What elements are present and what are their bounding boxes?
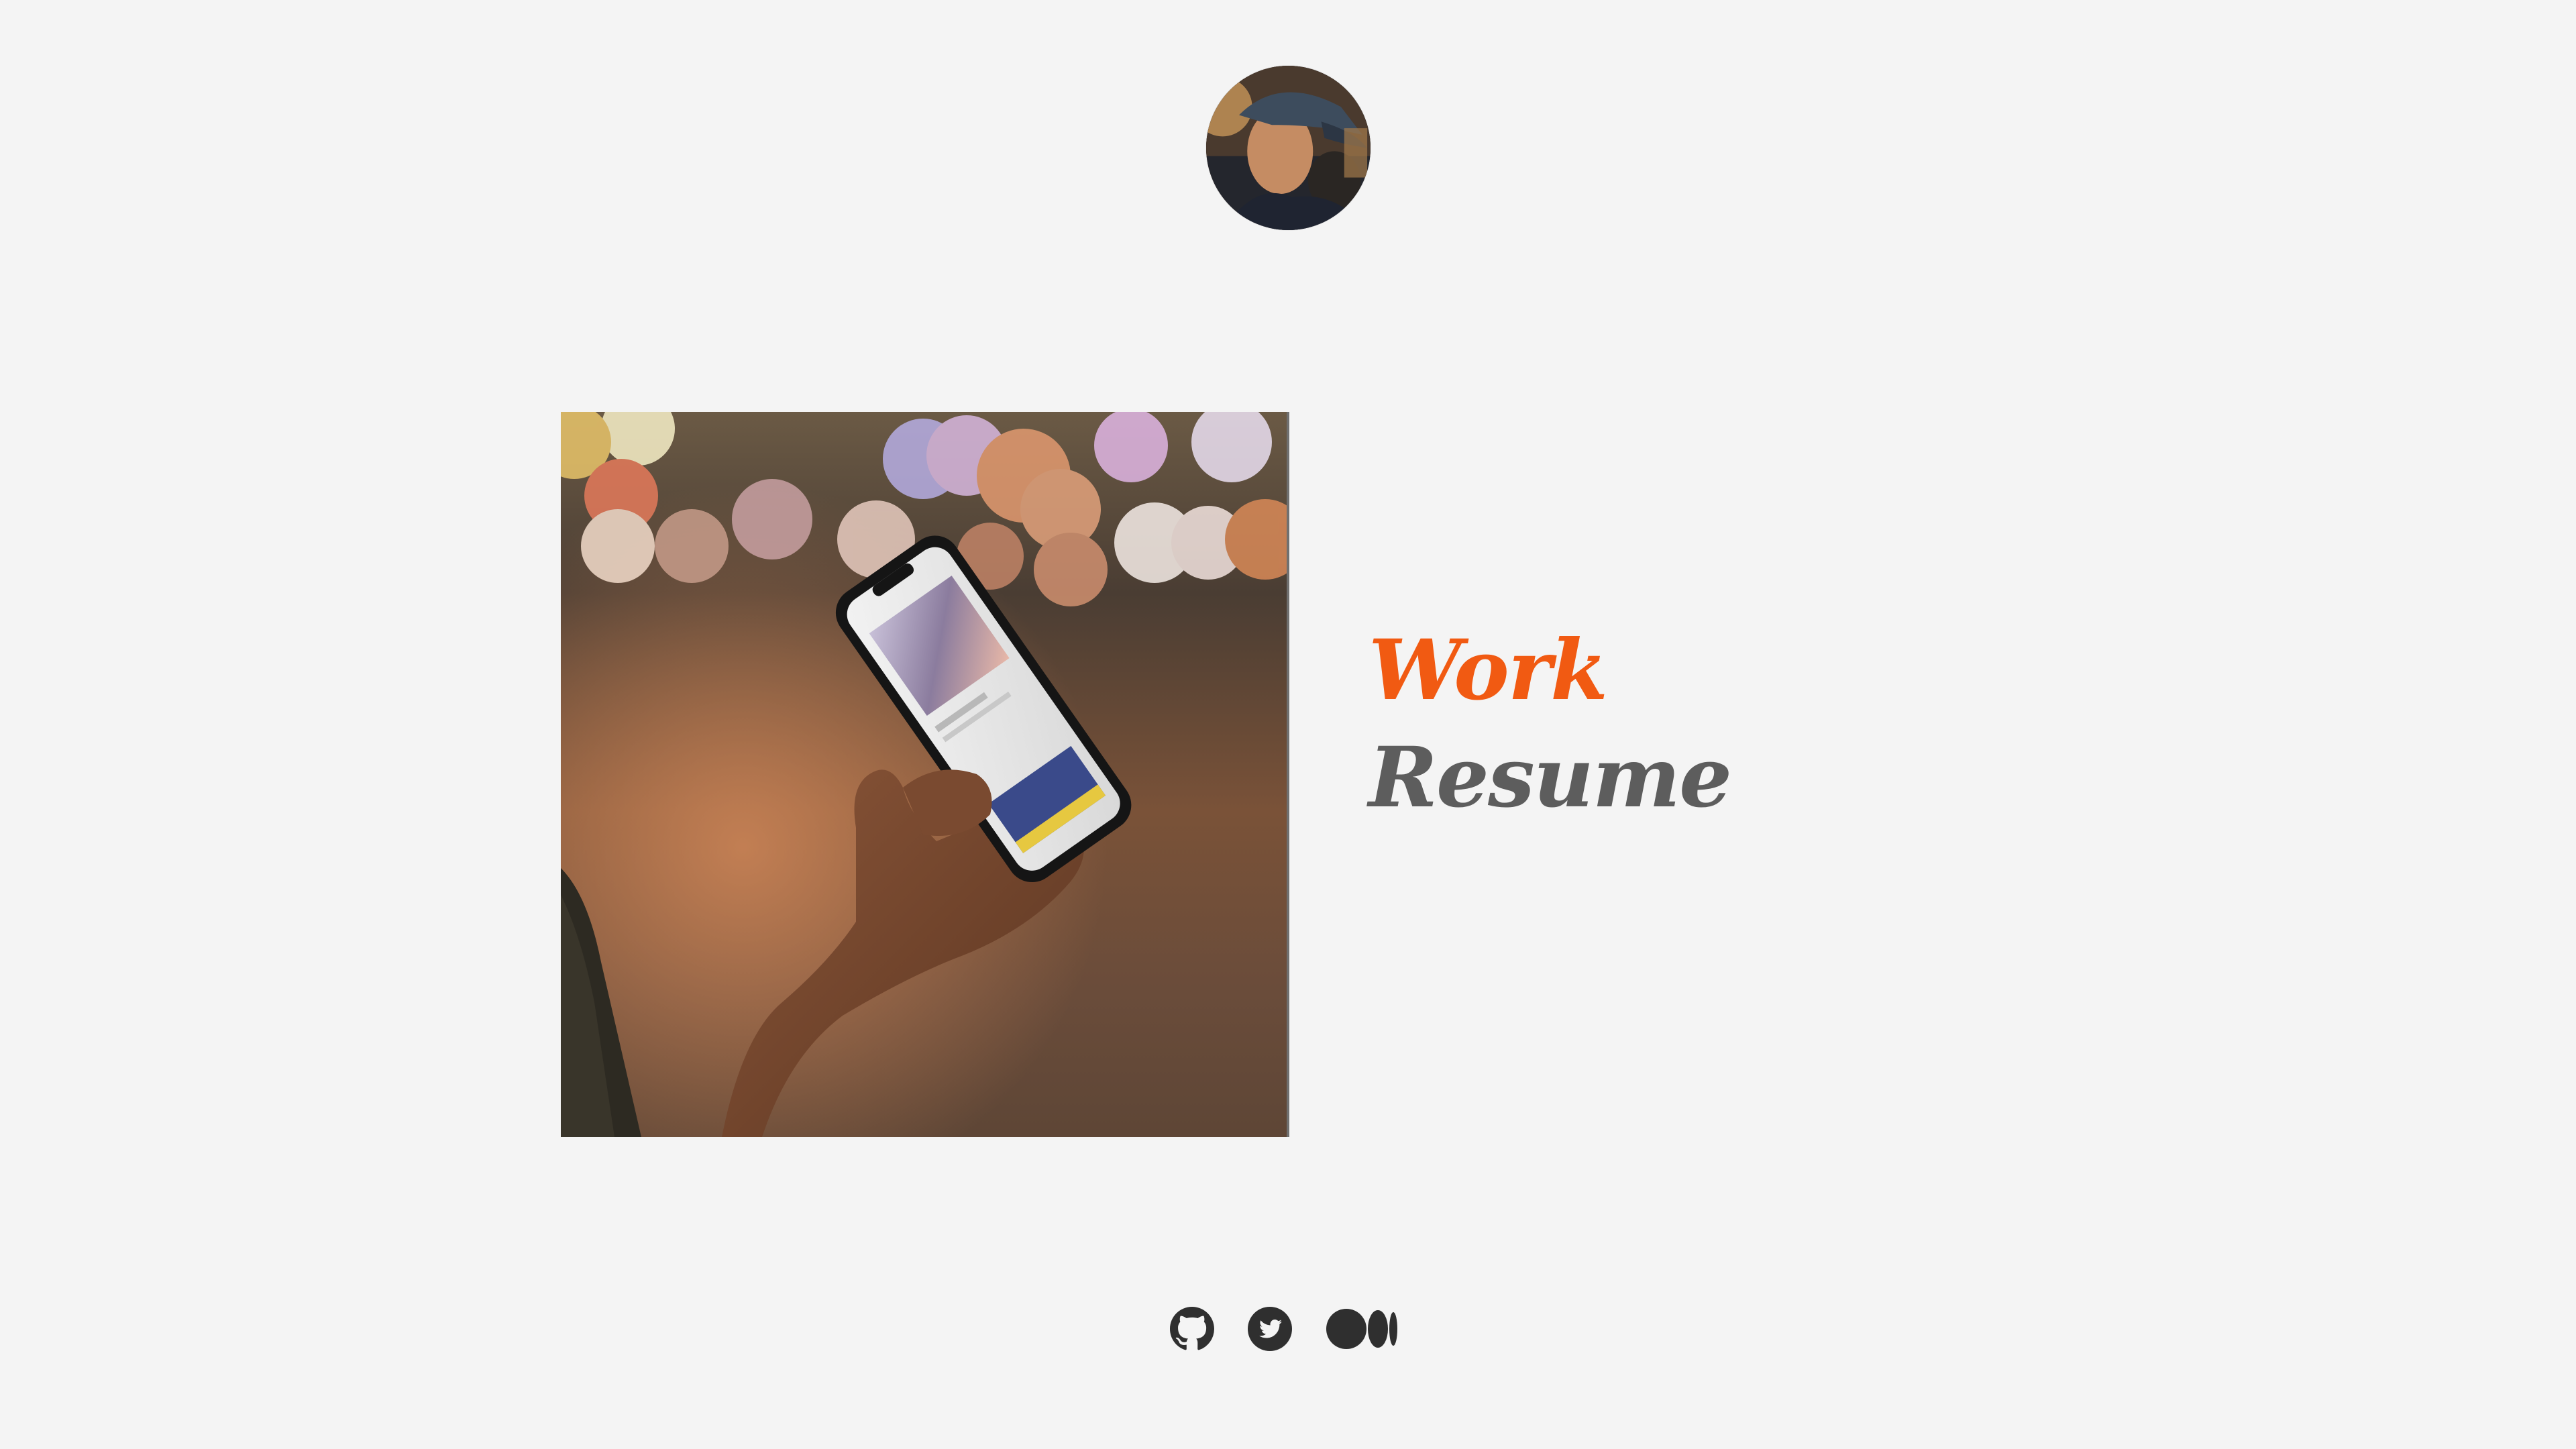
github-link[interactable] <box>1170 1307 1214 1351</box>
medium-link[interactable] <box>1326 1307 1398 1351</box>
twitter-link[interactable] <box>1248 1307 1292 1351</box>
hero-image <box>561 412 1289 1137</box>
social-links <box>1170 1307 1398 1351</box>
main-nav: Work Resume <box>1368 617 1732 832</box>
twitter-icon <box>1248 1307 1292 1351</box>
nav-work-link[interactable]: Work <box>1368 617 1731 724</box>
github-icon <box>1170 1307 1214 1350</box>
medium-icon <box>1326 1309 1397 1349</box>
phone-in-hand-bokeh-photo <box>561 412 1289 1137</box>
avatar-photo <box>1206 66 1371 230</box>
nav-resume-link[interactable]: Resume <box>1368 724 1732 832</box>
hero-image-edge <box>1287 412 1289 1137</box>
profile-avatar[interactable] <box>1206 66 1371 230</box>
